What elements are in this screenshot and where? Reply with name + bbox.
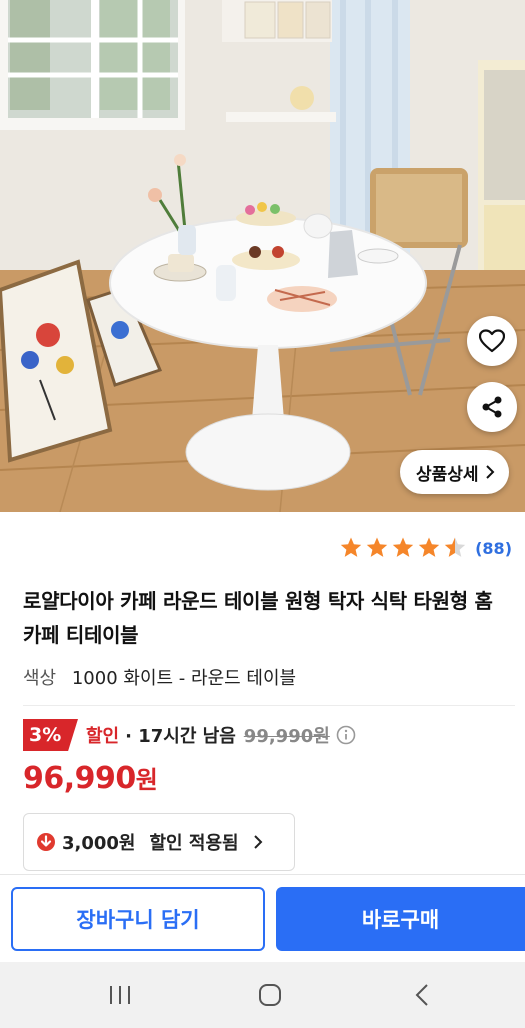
share-button[interactable] — [467, 382, 517, 432]
buy-now-button[interactable]: 바로구매 — [276, 887, 525, 951]
product-detail-button[interactable]: 상품상세 — [400, 450, 509, 494]
sale-price-amount: 96,990 — [23, 761, 136, 796]
discount-percent-badge: 3% — [23, 719, 78, 751]
back-button[interactable] — [402, 980, 442, 1010]
home-icon — [259, 984, 281, 1006]
arrow-down-circle-icon — [37, 833, 55, 851]
recent-apps-icon — [110, 986, 130, 1004]
product-photo-illustration — [0, 0, 525, 512]
selected-option[interactable]: 색상 1000 화이트 - 라운드 테이블 — [23, 664, 296, 690]
product-title: 로얄다이아 카페 라운드 테이블 원형 탁자 식탁 타원형 홈카페 티테이블 — [23, 589, 493, 647]
discount-row: 3% 할인 · 17시간 남음 99,990원 — [23, 718, 356, 752]
wishlist-button[interactable] — [467, 316, 517, 366]
info-icon[interactable] — [336, 725, 356, 745]
add-to-cart-button[interactable]: 장바구니 담기 — [11, 887, 265, 951]
system-navigation-bar — [0, 962, 525, 1028]
sale-price-unit: 원 — [135, 766, 158, 794]
option-value: 1000 화이트 - 라운드 테이블 — [71, 668, 297, 689]
chevron-right-icon — [485, 465, 494, 479]
heart-icon — [479, 329, 505, 353]
recent-apps-button[interactable] — [100, 980, 140, 1010]
review-rating[interactable]: (88) — [339, 536, 512, 560]
product-image[interactable]: 상품상세 — [0, 0, 525, 512]
coupon-amount: 3,000원 — [62, 833, 136, 854]
original-price: 99,990원 — [243, 726, 330, 747]
purchase-bar: 장바구니 담기 바로구매 — [0, 874, 525, 962]
review-count[interactable]: (88) — [475, 539, 512, 558]
back-icon — [415, 984, 428, 1006]
coupon-discount-button[interactable]: 3,000원 할인 적용됨 — [23, 813, 295, 871]
chevron-right-icon — [253, 835, 262, 849]
home-button[interactable] — [250, 980, 290, 1010]
discount-time-left: · 17시간 남음 — [125, 726, 236, 747]
sale-price: 96,990원 — [23, 760, 158, 796]
option-label: 색상 — [23, 668, 57, 689]
coupon-text: 할인 적용됨 — [149, 833, 239, 854]
product-detail-label: 상품상세 — [416, 464, 479, 485]
share-icon — [482, 396, 502, 418]
divider — [23, 705, 515, 706]
star-rating-icons — [340, 537, 466, 557]
discount-word: 할인 — [86, 726, 120, 747]
